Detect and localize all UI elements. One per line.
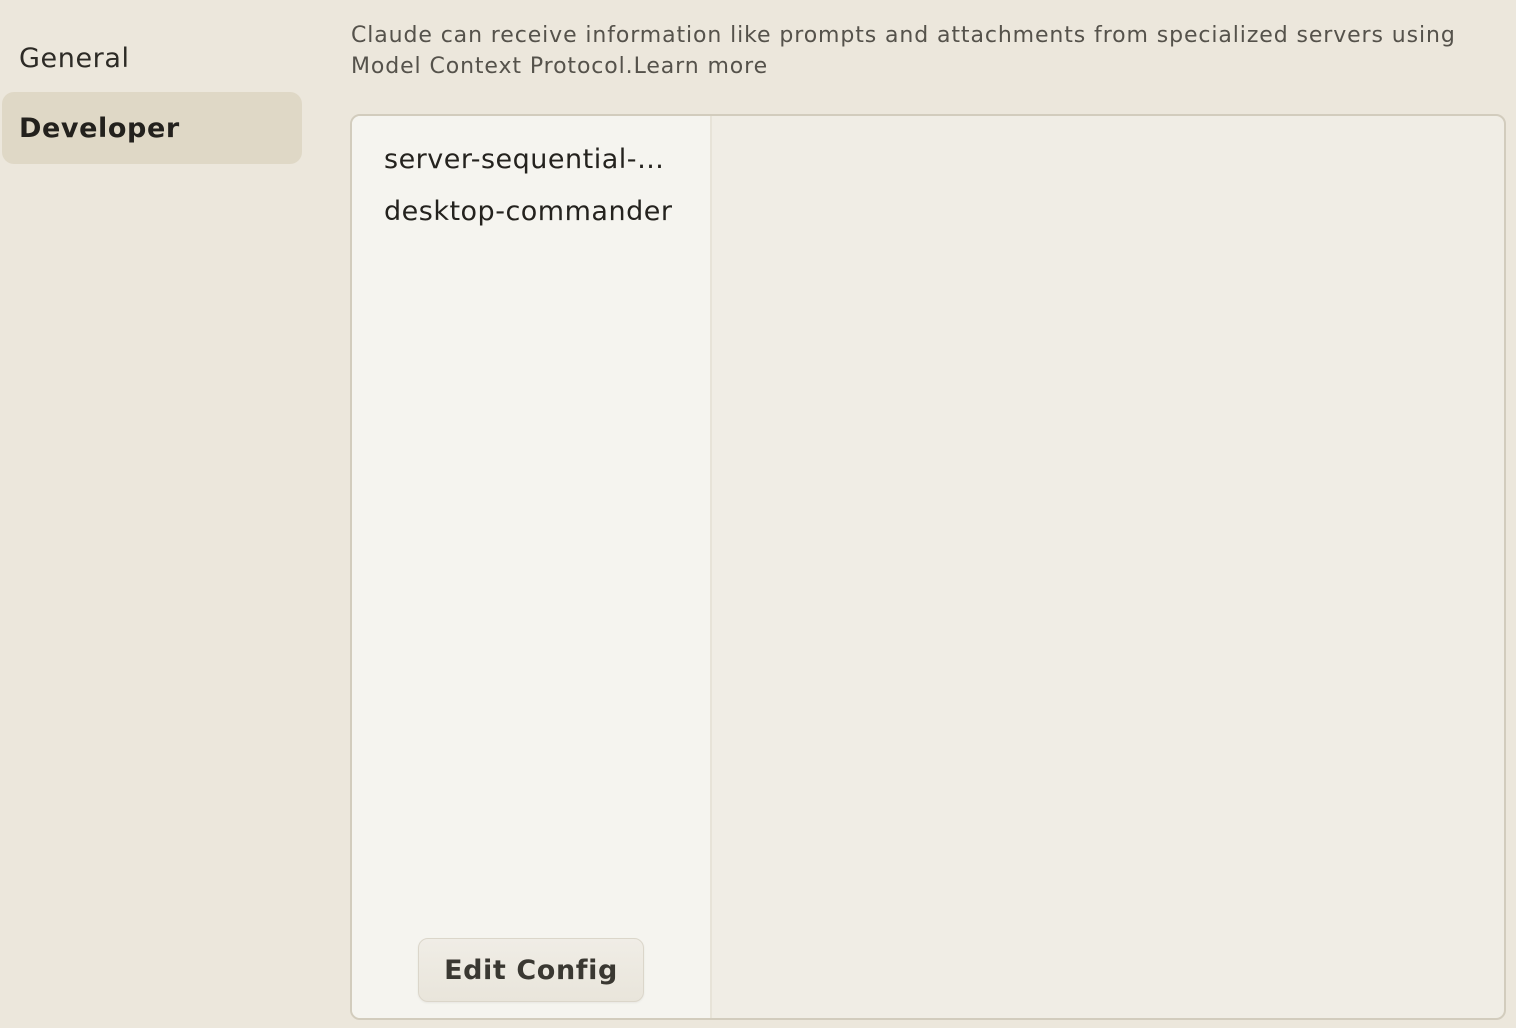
server-item-sequential-thinking[interactable]: server-sequential-thinking: [384, 140, 674, 180]
mcp-description-text: Claude can receive information like prom…: [351, 23, 1456, 79]
sidebar-item-developer[interactable]: Developer: [2, 92, 302, 164]
sidebar-item-label: General: [19, 42, 130, 74]
server-detail-pane: [712, 116, 1504, 1018]
mcp-servers-panel: server-sequential-thinking desktop-comma…: [350, 114, 1506, 1020]
edit-config-button[interactable]: Edit Config: [418, 938, 644, 1002]
settings-sidebar: General Developer: [0, 0, 304, 1028]
sidebar-item-label: Developer: [19, 112, 180, 144]
server-item-desktop-commander[interactable]: desktop-commander: [384, 192, 674, 232]
learn-more-link[interactable]: Learn more: [634, 54, 768, 79]
mcp-description: Claude can receive information like prom…: [351, 20, 1481, 82]
server-list: server-sequential-thinking desktop-comma…: [352, 116, 712, 1018]
sidebar-item-general[interactable]: General: [2, 22, 302, 94]
